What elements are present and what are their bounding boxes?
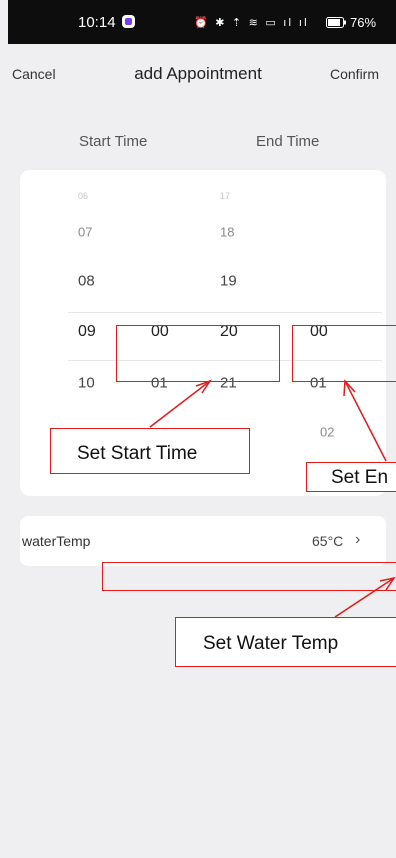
end-time-callout: Set En <box>306 462 396 492</box>
start-time-callout: Set Start Time <box>50 428 250 474</box>
water-temp-callout: Set Water Temp <box>175 617 396 667</box>
